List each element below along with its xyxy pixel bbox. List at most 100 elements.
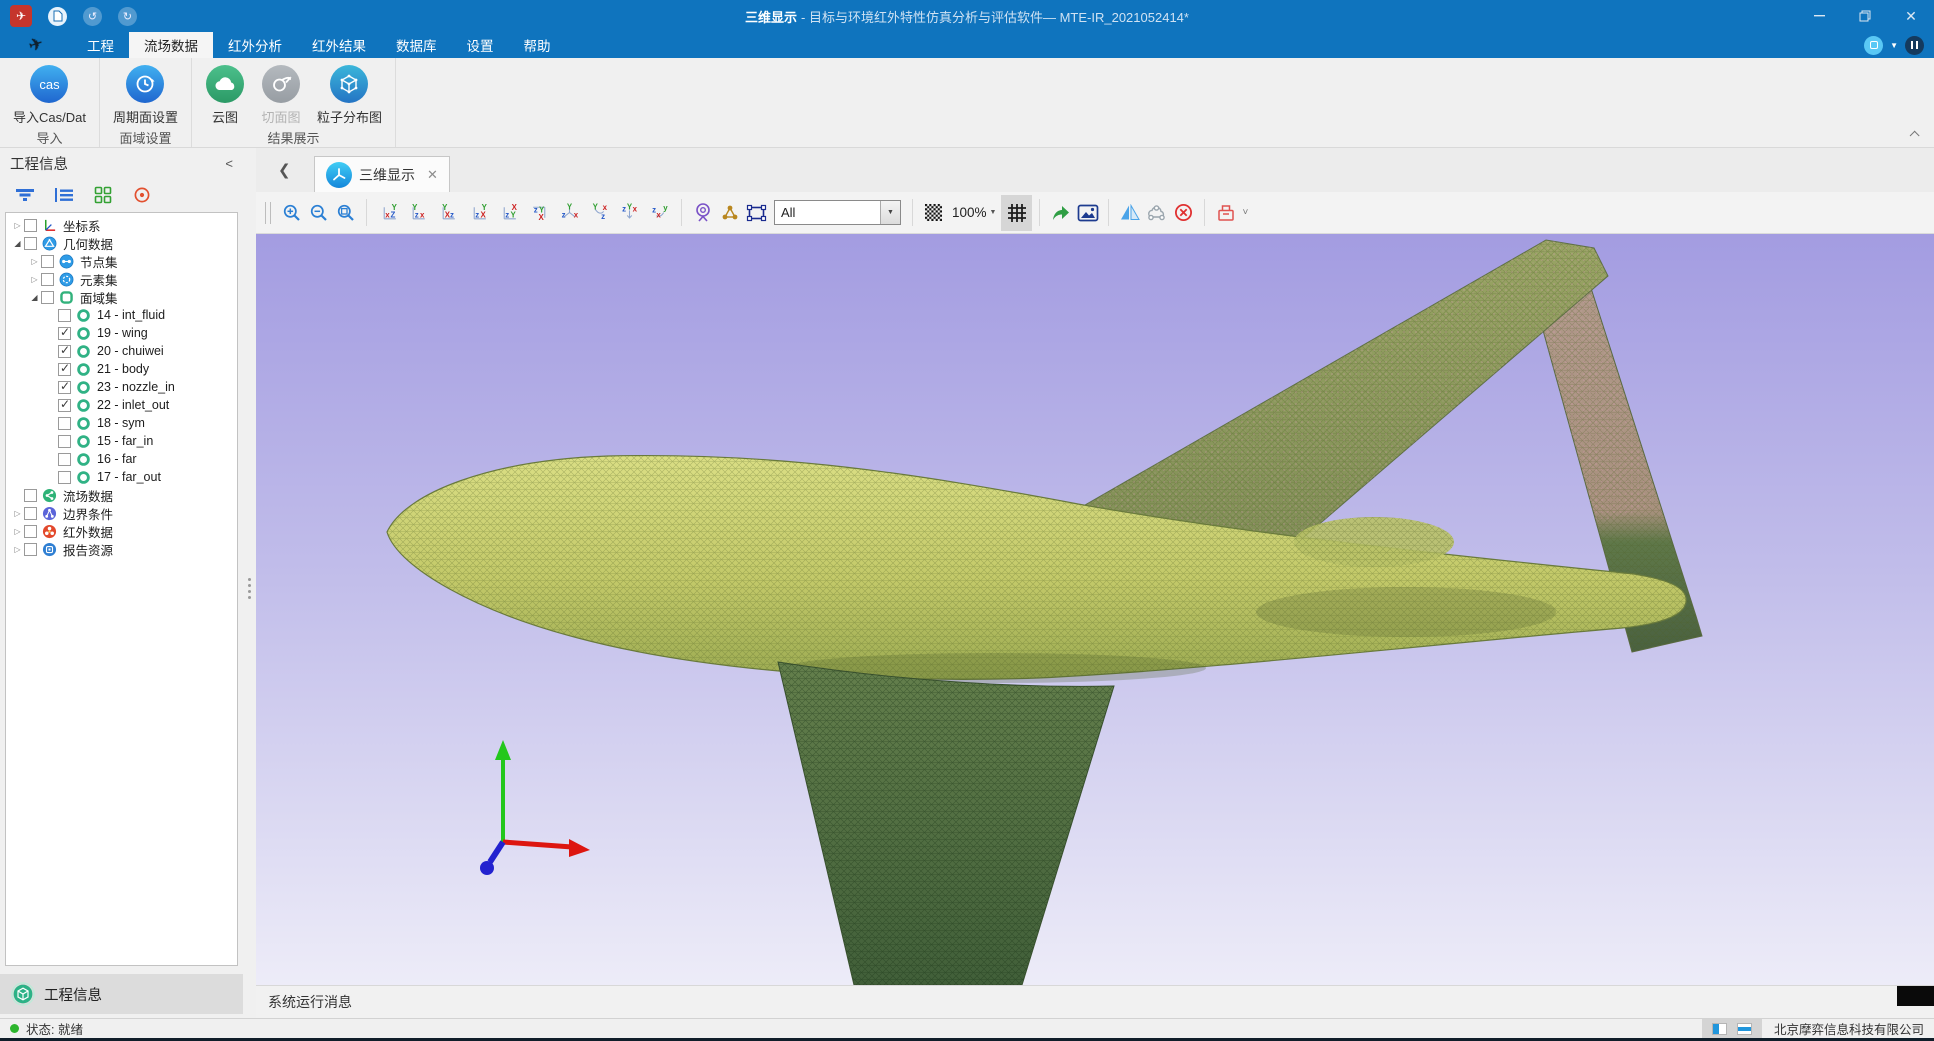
- tree-checkbox[interactable]: [58, 417, 71, 430]
- select-region-icon[interactable]: [743, 198, 770, 228]
- redo-icon[interactable]: ↻: [118, 7, 137, 26]
- panel-collapse-icon[interactable]: <: [225, 156, 233, 171]
- tree-checkbox[interactable]: [58, 381, 71, 394]
- menu-tab-4[interactable]: 数据库: [381, 32, 452, 58]
- dither-icon[interactable]: [920, 198, 947, 228]
- tree-checkbox[interactable]: [24, 543, 37, 556]
- tree-expander-icon[interactable]: ▷: [11, 545, 24, 554]
- grid-toggle-icon[interactable]: [1001, 195, 1032, 231]
- view-bottom-icon[interactable]: zYX: [526, 200, 552, 226]
- tree-item-1[interactable]: ◢几何数据: [6, 234, 237, 252]
- zoom-in-icon[interactable]: [278, 198, 305, 228]
- save-view-icon[interactable]: [1212, 198, 1239, 228]
- tree-checkbox[interactable]: [41, 255, 54, 268]
- save-view-caret-icon[interactable]: ˅: [1242, 207, 1248, 218]
- pan-handle[interactable]: [265, 202, 271, 224]
- locate-icon[interactable]: [131, 185, 153, 205]
- combo-dropdown-icon[interactable]: ▼: [880, 201, 900, 224]
- panel-splitter[interactable]: [243, 148, 256, 1018]
- tree-checkbox[interactable]: [41, 273, 54, 286]
- view-iso-sw-icon[interactable]: zxy: [646, 200, 672, 226]
- tab-close-icon[interactable]: ✕: [427, 167, 438, 183]
- ribbon-button-0-0[interactable]: cas导入Cas/Dat: [6, 63, 93, 128]
- tree-expander-icon[interactable]: ◢: [28, 293, 41, 302]
- airplane-badge-icon[interactable]: ✈: [10, 5, 32, 27]
- layout-left-panel-icon[interactable]: [1712, 1023, 1727, 1035]
- viewport-3d[interactable]: [256, 234, 1934, 985]
- tree-checkbox[interactable]: [41, 291, 54, 304]
- menu-tab-0[interactable]: 工程: [72, 32, 129, 58]
- tree-item-0[interactable]: ▷坐标系: [6, 216, 237, 234]
- tree-item-7[interactable]: 20 - chuiwei: [6, 342, 237, 360]
- tree-item-11[interactable]: 18 - sym: [6, 414, 237, 432]
- view-right-icon[interactable]: zXY: [466, 200, 492, 226]
- zoom-window-icon[interactable]: [332, 198, 359, 228]
- collapse-ribbon-icon[interactable]: [1909, 130, 1918, 139]
- tree-item-6[interactable]: 19 - wing: [6, 324, 237, 342]
- tree-checkbox[interactable]: [58, 345, 71, 358]
- tree-item-4[interactable]: ◢面域集: [6, 288, 237, 306]
- zoom-out-icon[interactable]: [305, 198, 332, 228]
- tree-checkbox[interactable]: [24, 219, 37, 232]
- menu-tab-1[interactable]: 流场数据: [129, 32, 213, 58]
- tree-expander-icon[interactable]: ▷: [11, 527, 24, 536]
- tree-item-16[interactable]: ▷边界条件: [6, 504, 237, 522]
- tree-item-12[interactable]: 15 - far_in: [6, 432, 237, 450]
- tree-checkbox[interactable]: [58, 363, 71, 376]
- menu-tab-5[interactable]: 设置: [452, 32, 509, 58]
- outline-list-icon[interactable]: [53, 185, 75, 205]
- close-button[interactable]: ✕: [1888, 0, 1934, 32]
- view-left-icon[interactable]: YXz: [436, 200, 462, 226]
- ribbon-button-1-0[interactable]: 周期面设置: [106, 63, 185, 128]
- theme-icon[interactable]: [1864, 36, 1883, 55]
- tree-item-17[interactable]: ▷红外数据: [6, 522, 237, 540]
- probe-icon[interactable]: [689, 198, 716, 228]
- menu-tab-2[interactable]: 红外分析: [213, 32, 297, 58]
- ribbon-button-2-0[interactable]: 云图: [198, 63, 252, 128]
- tree-item-9[interactable]: 23 - nozzle_in: [6, 378, 237, 396]
- tree-checkbox[interactable]: [58, 453, 71, 466]
- tree-checkbox[interactable]: [24, 525, 37, 538]
- tree-expander-icon[interactable]: ◢: [11, 239, 24, 248]
- tree-checkbox[interactable]: [58, 327, 71, 340]
- cancel-icon[interactable]: [1170, 198, 1197, 228]
- filter-icon[interactable]: [14, 185, 36, 205]
- ribbon-button-2-2[interactable]: 粒子分布图: [310, 63, 389, 128]
- tree-item-5[interactable]: 14 - int_fluid: [6, 306, 237, 324]
- view-iso-down-icon[interactable]: zYx: [616, 200, 642, 226]
- tab-scroll-left-icon[interactable]: ❮: [278, 161, 291, 179]
- tree-expander-icon[interactable]: ▷: [28, 275, 41, 284]
- user-icon[interactable]: [1905, 36, 1924, 55]
- tree-checkbox[interactable]: [24, 507, 37, 520]
- cloud-compare-icon[interactable]: [1143, 198, 1170, 228]
- tree-checkbox[interactable]: [58, 399, 71, 412]
- document-tab-3d-view[interactable]: 三维显示 ✕: [314, 156, 450, 192]
- view-top-icon[interactable]: zYX: [496, 200, 522, 226]
- new-document-icon[interactable]: [48, 7, 67, 26]
- tree-checkbox[interactable]: [58, 435, 71, 448]
- tree-expander-icon[interactable]: ▷: [28, 257, 41, 266]
- tree-checkbox[interactable]: [58, 471, 71, 484]
- message-panel[interactable]: 系统运行消息: [256, 985, 1934, 1018]
- tree-item-15[interactable]: 流场数据: [6, 486, 237, 504]
- display-filter-select[interactable]: All ▼: [774, 200, 901, 225]
- tree-item-18[interactable]: ▷报告资源: [6, 540, 237, 558]
- ribbon-button-2-1[interactable]: 切面图: [254, 63, 308, 128]
- tree-item-10[interactable]: 22 - inlet_out: [6, 396, 237, 414]
- tree-item-2[interactable]: ▷节点集: [6, 252, 237, 270]
- snapshot-icon[interactable]: [1074, 198, 1101, 228]
- tree-item-3[interactable]: ▷元素集: [6, 270, 237, 288]
- particles-icon[interactable]: [716, 198, 743, 228]
- layout-bottom-panel-icon[interactable]: [1737, 1023, 1752, 1035]
- undo-icon[interactable]: ↺: [83, 7, 102, 26]
- tree-expander-icon[interactable]: ▷: [11, 509, 24, 518]
- tree-item-13[interactable]: 16 - far: [6, 450, 237, 468]
- tree-item-8[interactable]: 21 - body: [6, 360, 237, 378]
- tree-item-14[interactable]: 17 - far_out: [6, 468, 237, 486]
- menu-tab-3[interactable]: 红外结果: [297, 32, 381, 58]
- grid-view-icon[interactable]: [92, 185, 114, 205]
- menu-tab-6[interactable]: 帮助: [509, 32, 566, 58]
- view-iso-ne-icon[interactable]: Yzx: [556, 200, 582, 226]
- view-back-icon[interactable]: Yzx: [406, 200, 432, 226]
- view-rotate-icon[interactable]: Yxz: [586, 200, 612, 226]
